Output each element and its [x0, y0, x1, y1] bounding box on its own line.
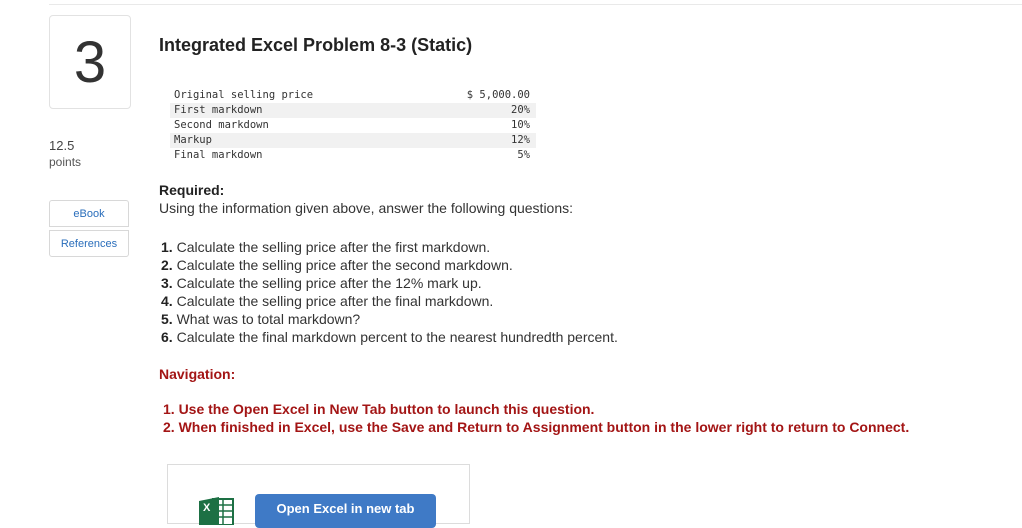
- item-text: Calculate the final markdown percent to …: [172, 329, 618, 345]
- data-table: Original selling price $ 5,000.00 First …: [170, 88, 536, 163]
- data-value: 10%: [511, 119, 530, 131]
- data-row: Markup 12%: [170, 133, 536, 148]
- data-value: 20%: [511, 104, 530, 116]
- data-row: Second markdown 10%: [170, 118, 536, 133]
- data-value: 5%: [517, 149, 530, 161]
- data-value: 12%: [511, 134, 530, 146]
- list-item: 1. Calculate the selling price after the…: [161, 238, 618, 256]
- open-excel-button[interactable]: Open Excel in new tab: [255, 494, 436, 528]
- item-text: Calculate the selling price after the se…: [172, 257, 513, 273]
- excel-icon: X: [199, 497, 234, 525]
- item-number: 4.: [161, 293, 173, 309]
- list-item: 6. Calculate the final markdown percent …: [161, 328, 618, 346]
- data-label: Original selling price: [174, 89, 314, 101]
- item-number: 6.: [161, 329, 173, 345]
- list-item: 5. What was to total markdown?: [161, 310, 618, 328]
- question-number: 3: [49, 15, 131, 109]
- data-label: Final markdown: [174, 149, 263, 161]
- data-value: $ 5,000.00: [466, 89, 530, 101]
- item-number: 3.: [161, 275, 173, 291]
- points-value: 12.5: [49, 138, 75, 153]
- item-number: 5.: [161, 311, 173, 327]
- item-text: What was to total markdown?: [172, 311, 361, 327]
- svg-text:X: X: [203, 502, 211, 514]
- points-label: points: [49, 155, 82, 169]
- references-button[interactable]: References: [49, 230, 129, 257]
- navigation-heading: Navigation:: [159, 366, 236, 382]
- data-row: Original selling price $ 5,000.00: [170, 88, 536, 103]
- item-number: 2.: [161, 257, 173, 273]
- item-text: Calculate the selling price after the fi…: [172, 239, 491, 255]
- navigation-item: 2. When finished in Excel, use the Save …: [163, 419, 910, 435]
- list-item: 3. Calculate the selling price after the…: [161, 274, 618, 292]
- item-text: Calculate the selling price after the 12…: [172, 275, 482, 291]
- question-list: 1. Calculate the selling price after the…: [161, 238, 618, 346]
- problem-title: Integrated Excel Problem 8-3 (Static): [159, 35, 473, 55]
- required-text: Using the information given above, answe…: [159, 200, 574, 216]
- data-row: Final markdown 5%: [170, 148, 536, 163]
- data-label: Second markdown: [174, 119, 269, 131]
- list-item: 2. Calculate the selling price after the…: [161, 256, 618, 274]
- item-text: Calculate the selling price after the fi…: [172, 293, 494, 309]
- data-label: First markdown: [174, 104, 263, 116]
- navigation-item: 1. Use the Open Excel in New Tab button …: [163, 401, 595, 417]
- required-heading: Required:: [159, 182, 225, 198]
- data-row: First markdown 20%: [170, 103, 536, 118]
- excel-panel: X Open Excel in new tab: [167, 464, 470, 528]
- top-divider: [49, 4, 1022, 5]
- navigation-list: 1. Use the Open Excel in New Tab button …: [163, 400, 909, 436]
- data-label: Markup: [174, 134, 212, 146]
- ebook-button[interactable]: eBook: [49, 200, 129, 227]
- item-number: 1.: [161, 239, 173, 255]
- list-item: 4. Calculate the selling price after the…: [161, 292, 618, 310]
